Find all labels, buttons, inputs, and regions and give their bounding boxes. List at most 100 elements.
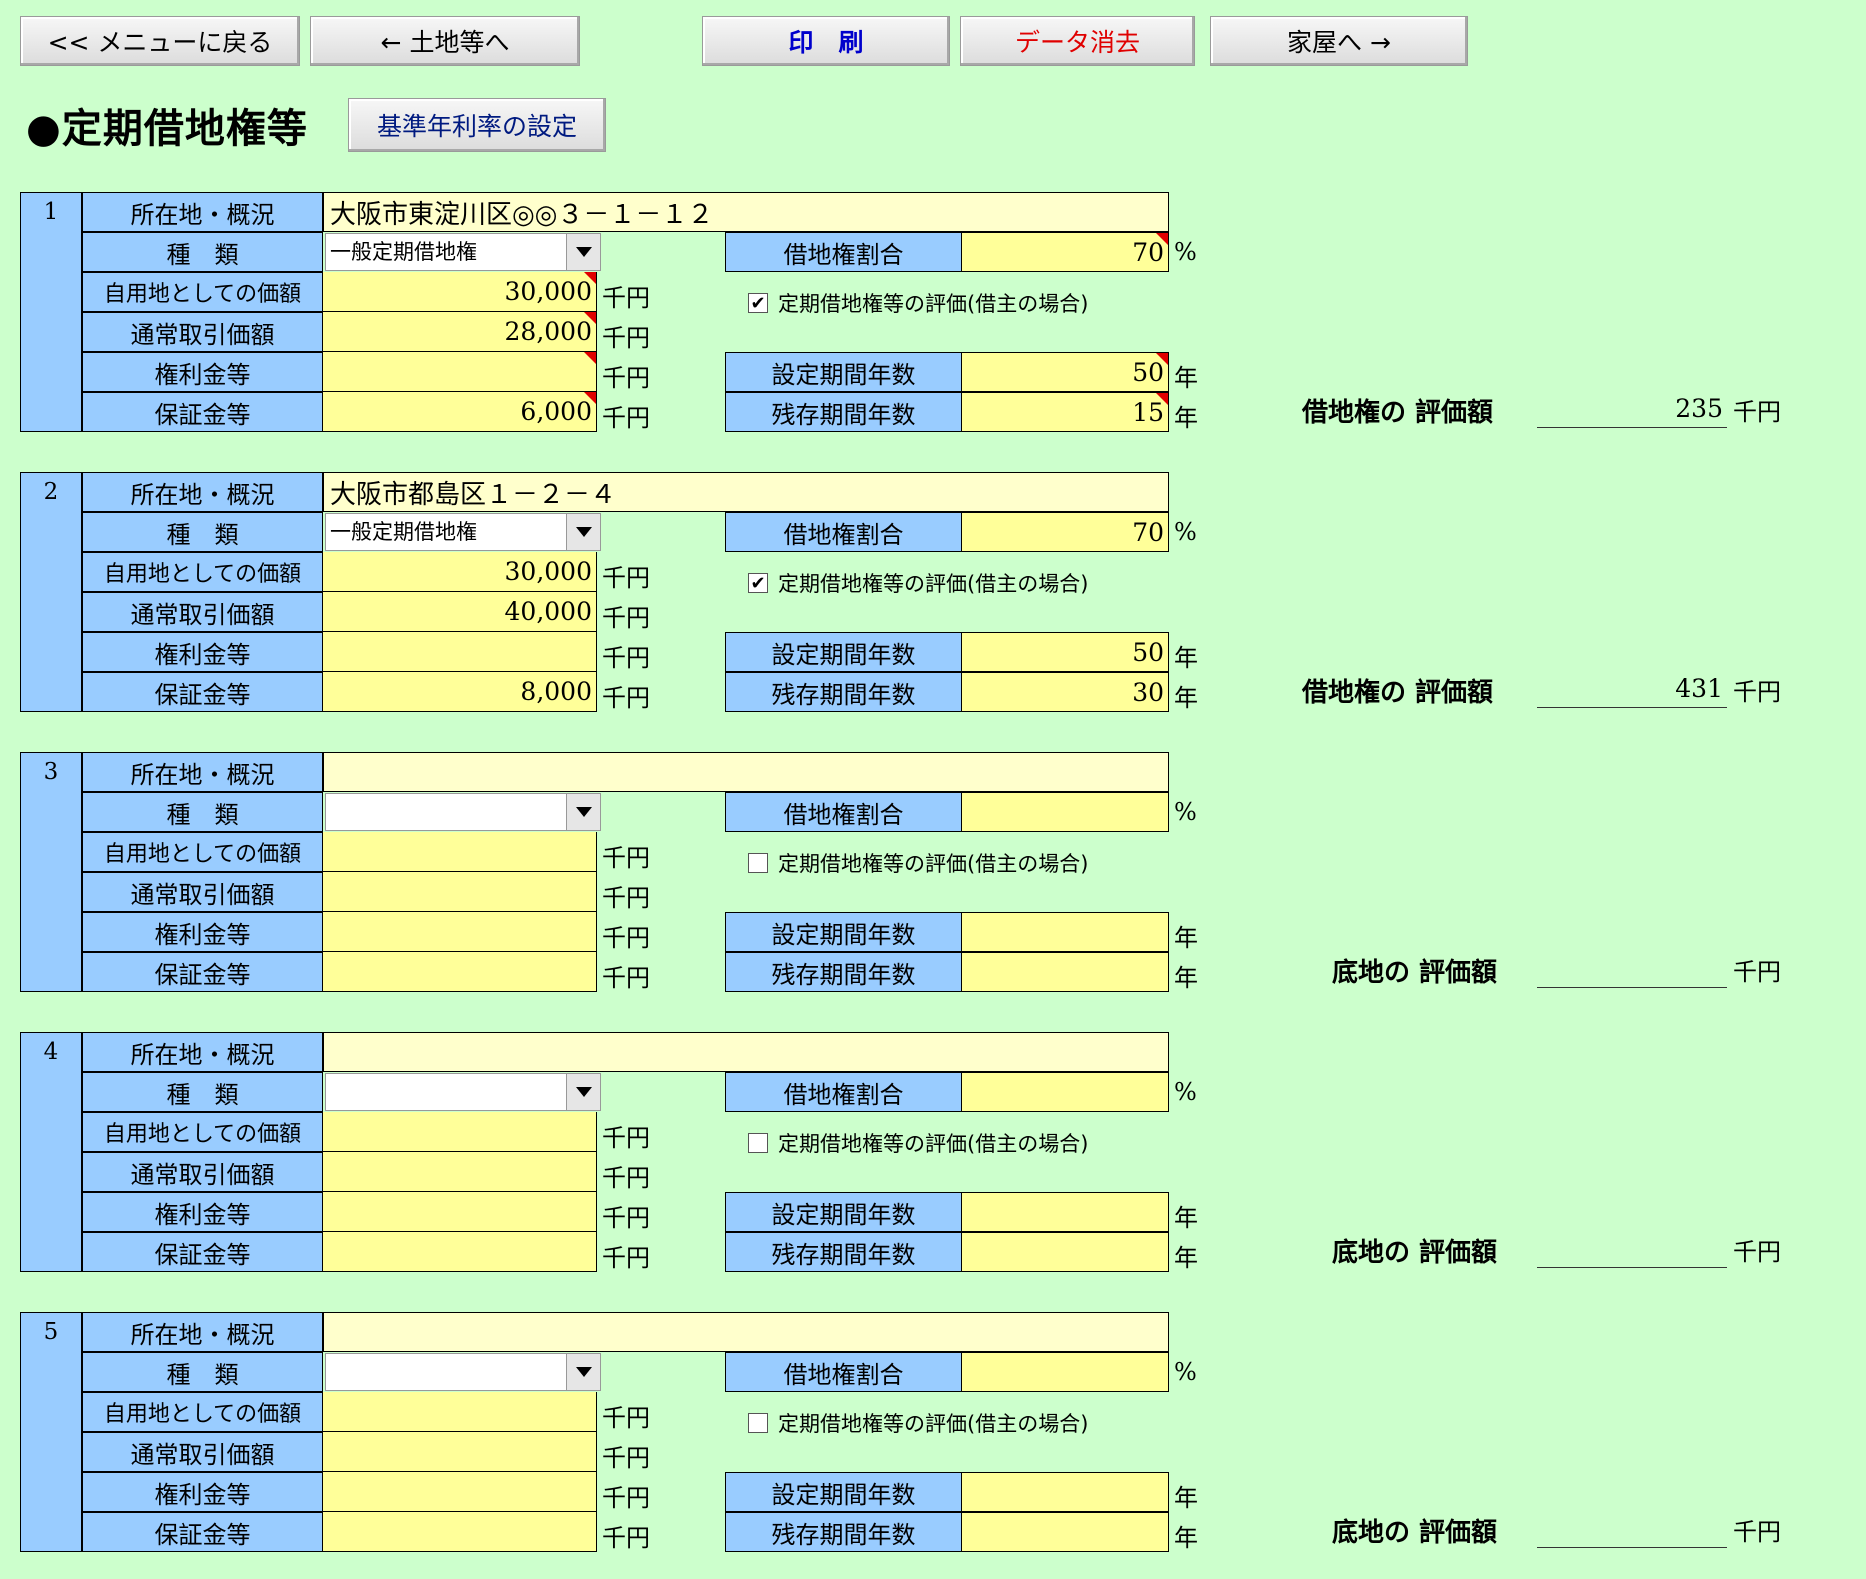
unit-year: 年 <box>1174 1524 1198 1552</box>
set-period-input[interactable] <box>962 1472 1169 1512</box>
unit-thousand-yen: 千円 <box>1733 1238 1781 1266</box>
unit-thousand-yen: 千円 <box>602 684 650 712</box>
unit-thousand-yen: 千円 <box>602 884 650 912</box>
chevron-down-icon[interactable] <box>566 1354 600 1390</box>
remaining-period-input[interactable]: 30 <box>962 672 1169 712</box>
normal-price-input[interactable] <box>323 1152 597 1192</box>
premium-input[interactable] <box>323 352 597 392</box>
location-input[interactable] <box>323 1032 1169 1072</box>
deposit-input[interactable] <box>323 1512 597 1552</box>
deposit-label: 保証金等 <box>82 392 323 432</box>
checkbox-box[interactable]: ✔ <box>748 573 768 594</box>
lessee-evaluation-checkbox[interactable]: 定期借地権等の評価(借主の場合) <box>748 848 1088 878</box>
leasehold-ratio-input[interactable] <box>962 792 1169 832</box>
set-period-input[interactable]: 50 <box>962 352 1169 392</box>
unit-year: 年 <box>1174 684 1198 712</box>
checkbox-box[interactable] <box>748 1133 768 1153</box>
lessee-evaluation-checkbox[interactable]: 定期借地権等の評価(借主の場合) <box>748 1128 1088 1158</box>
unit-year: 年 <box>1174 964 1198 992</box>
lessee-evaluation-checkbox[interactable]: ✔ 定期借地権等の評価(借主の場合) <box>748 568 1088 598</box>
set-period-input[interactable] <box>962 1192 1169 1232</box>
normal-price-input[interactable]: 40,000 <box>323 592 597 632</box>
remaining-period-input[interactable] <box>962 1232 1169 1272</box>
type-dropdown[interactable]: 一般定期借地権 <box>325 513 601 551</box>
normal-price-input[interactable] <box>323 1432 597 1472</box>
leasehold-ratio-label: 借地権割合 <box>725 1352 962 1392</box>
to-house-button[interactable]: 家屋へ → <box>1210 16 1468 66</box>
remaining-period-input[interactable] <box>962 952 1169 992</box>
leasehold-ratio-input[interactable] <box>962 1352 1169 1392</box>
location-input[interactable]: 大阪市東淀川区◎◎３－１－１２ <box>323 192 1169 232</box>
location-input[interactable] <box>323 1312 1169 1352</box>
leasehold-ratio-input[interactable]: 70 <box>962 512 1169 552</box>
type-dropdown[interactable] <box>325 1353 601 1391</box>
deposit-input[interactable]: 8,000 <box>323 672 597 712</box>
chevron-down-icon[interactable] <box>566 794 600 830</box>
premium-label: 権利金等 <box>82 912 323 952</box>
evaluation-result-value: 235 <box>1537 392 1727 428</box>
back-to-menu-button[interactable]: << メニューに戻る <box>20 16 300 66</box>
unit-year: 年 <box>1174 924 1198 952</box>
normal-price-label: 通常取引価額 <box>82 1152 323 1192</box>
self-use-value-input[interactable] <box>323 832 597 872</box>
type-dropdown[interactable]: 一般定期借地権 <box>325 233 601 271</box>
unit-year: 年 <box>1174 364 1198 392</box>
base-rate-settings-button[interactable]: 基準年利率の設定 <box>348 98 606 152</box>
leasehold-ratio-label: 借地権割合 <box>725 512 962 552</box>
remaining-period-input[interactable]: 15 <box>962 392 1169 432</box>
print-button[interactable]: 印 刷 <box>702 16 950 66</box>
deposit-input[interactable] <box>323 1232 597 1272</box>
normal-price-input[interactable] <box>323 872 597 912</box>
checkbox-box[interactable] <box>748 1413 768 1433</box>
set-period-input[interactable] <box>962 912 1169 952</box>
comment-marker-icon <box>584 312 596 324</box>
self-use-value-input[interactable] <box>323 1112 597 1152</box>
self-use-value-input[interactable]: 30,000 <box>323 552 597 592</box>
premium-input[interactable] <box>323 1472 597 1512</box>
premium-input[interactable] <box>323 632 597 672</box>
unit-thousand-yen: 千円 <box>602 324 650 352</box>
self-use-value-label: 自用地としての価額 <box>82 272 323 312</box>
set-period-input[interactable]: 50 <box>962 632 1169 672</box>
remaining-period-input[interactable] <box>962 1512 1169 1552</box>
unit-thousand-yen: 千円 <box>602 844 650 872</box>
premium-input[interactable] <box>323 1192 597 1232</box>
leasehold-ratio-input[interactable] <box>962 1072 1169 1112</box>
checkbox-box[interactable] <box>748 853 768 873</box>
type-dropdown[interactable] <box>325 1073 601 1111</box>
type-label: 種 類 <box>82 792 323 832</box>
chevron-down-icon[interactable] <box>566 234 600 270</box>
lessee-evaluation-checkbox[interactable]: 定期借地権等の評価(借主の場合) <box>748 1408 1088 1438</box>
checkbox-box[interactable]: ✔ <box>748 293 768 314</box>
set-period-label: 設定期間年数 <box>725 1472 962 1512</box>
type-label: 種 類 <box>82 1352 323 1392</box>
self-use-value-input[interactable]: 30,000 <box>323 272 597 312</box>
to-land-button[interactable]: ← 土地等へ <box>310 16 580 66</box>
clear-data-button[interactable]: データ消去 <box>960 16 1195 66</box>
deposit-label: 保証金等 <box>82 952 323 992</box>
set-period-label: 設定期間年数 <box>725 352 962 392</box>
leasehold-ratio-input[interactable]: 70 <box>962 232 1169 272</box>
premium-input[interactable] <box>323 912 597 952</box>
deposit-input[interactable] <box>323 952 597 992</box>
location-label: 所在地・概況 <box>82 472 323 512</box>
location-input[interactable] <box>323 752 1169 792</box>
normal-price-input[interactable]: 28,000 <box>323 312 597 352</box>
comment-marker-icon <box>1156 393 1168 405</box>
remaining-period-label: 残存期間年数 <box>725 952 962 992</box>
self-use-value-input[interactable] <box>323 1392 597 1432</box>
unit-thousand-yen: 千円 <box>602 1404 650 1432</box>
type-dropdown[interactable] <box>325 793 601 831</box>
deposit-label: 保証金等 <box>82 672 323 712</box>
page-title: ●定期借地権等 <box>26 106 308 152</box>
set-period-label: 設定期間年数 <box>725 632 962 672</box>
unit-thousand-yen: 千円 <box>602 964 650 992</box>
entry-section: 3 所在地・概況 種 類 自用地としての価額 千円 通常取引価額 千円 権利金等… <box>20 752 1820 994</box>
location-input[interactable]: 大阪市都島区１－２－４ <box>323 472 1169 512</box>
unit-thousand-yen: 千円 <box>602 1204 650 1232</box>
chevron-down-icon[interactable] <box>566 514 600 550</box>
lessee-evaluation-checkbox[interactable]: ✔ 定期借地権等の評価(借主の場合) <box>748 288 1088 318</box>
type-selected-value: 一般定期借地権 <box>330 240 477 264</box>
chevron-down-icon[interactable] <box>566 1074 600 1110</box>
deposit-input[interactable]: 6,000 <box>323 392 597 432</box>
